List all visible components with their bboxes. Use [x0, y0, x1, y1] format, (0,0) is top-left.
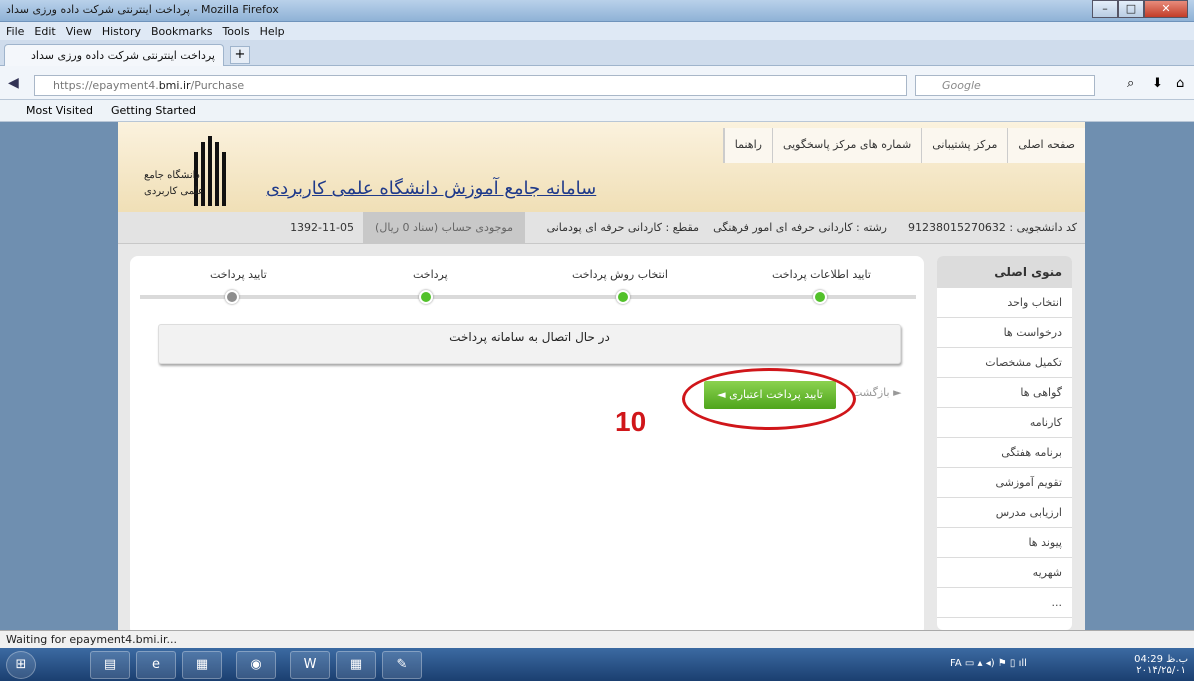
progress-line: [140, 295, 916, 299]
sidebar-item-teacher-evaluation[interactable]: ارزیابی مدرس: [937, 498, 1072, 528]
annotation-ellipse: [682, 368, 856, 430]
clock[interactable]: 04:29 ب.ظ ۲۰۱۴/۲۵/۰۱: [1134, 654, 1188, 676]
window-title: پرداخت اینترنتی شرکت داده ورزی سداد - Mo…: [6, 3, 279, 16]
tab-bar: پرداخت اینترنتی شرکت داده ورزی سداد +: [0, 40, 1194, 66]
bookmark-getting-started[interactable]: Getting Started: [111, 104, 196, 117]
top-nav: صفحه اصلی مرکز پشتیبانی شماره های مرکز پ…: [722, 128, 1085, 163]
minimize-button[interactable]: –: [1092, 0, 1118, 18]
student-level: مقطع : کاردانی حرفه ای پودمانی: [546, 221, 699, 234]
svg-text:دانشگاه جامع: دانشگاه جامع: [144, 169, 200, 181]
step-payment: پرداخت: [413, 268, 448, 281]
download-icon[interactable]: ⬇: [1152, 76, 1163, 91]
search-placeholder: Google: [942, 79, 981, 92]
sidebar-item-unit-selection[interactable]: انتخاب واحد: [937, 288, 1072, 318]
nav-home[interactable]: صفحه اصلی: [1007, 128, 1085, 163]
url-path: /Purchase: [190, 79, 245, 92]
word-icon[interactable]: W: [290, 651, 330, 679]
sidebar-item-calendar[interactable]: تقویم آموزشی: [937, 468, 1072, 498]
sidebar-item-certificates[interactable]: گواهی ها: [937, 378, 1072, 408]
university-logo: دانشگاه جامع علمی کاربردی: [144, 136, 226, 206]
nav-support[interactable]: مرکز پشتیبانی: [921, 128, 1007, 163]
page: دانشگاه جامع علمی کاربردی سامانه جامع آم…: [118, 122, 1085, 636]
current-date: 1392-11-05: [290, 221, 354, 234]
step-dot-4: [225, 290, 239, 304]
sidebar-item-more[interactable]: ...: [937, 588, 1072, 618]
firefox-icon[interactable]: ◉: [236, 651, 276, 679]
bookmark-most-visited[interactable]: Most Visited: [26, 104, 93, 117]
student-code: کد دانشجویی : 91238015270632: [907, 221, 1077, 234]
connecting-message: در حال اتصال به سامانه پرداخت: [158, 324, 901, 364]
clock-time: 04:29 ب.ظ: [1134, 654, 1188, 665]
sidebar-item-requests[interactable]: درخواست ها: [937, 318, 1072, 348]
address-bar[interactable]: https://epayment4.bmi.ir/Purchase: [34, 75, 907, 96]
menu-history[interactable]: History: [102, 25, 141, 38]
step-dot-2: [616, 290, 630, 304]
ie-icon[interactable]: e: [136, 651, 176, 679]
sidebar-item-profile[interactable]: تکمیل مشخصات: [937, 348, 1072, 378]
step-dot-3: [419, 290, 433, 304]
tab-label: پرداخت اینترنتی شرکت داده ورزی سداد: [31, 49, 215, 62]
menu-file[interactable]: File: [6, 25, 24, 38]
menu-bookmarks[interactable]: Bookmarks: [151, 25, 212, 38]
calculator2-icon[interactable]: ▦: [336, 651, 376, 679]
new-tab-button[interactable]: +: [230, 46, 250, 64]
countdown-counter: 10: [615, 406, 647, 437]
sidebar-menu: منوی اصلی انتخاب واحد درخواست ها تکمیل م…: [937, 256, 1072, 630]
sidebar-item-tuition[interactable]: شهریه: [937, 558, 1072, 588]
step-choose-method: انتخاب روش پرداخت: [572, 268, 668, 281]
sidebar-item-weekly-schedule[interactable]: برنامه هفتگی: [937, 438, 1072, 468]
menu-help[interactable]: Help: [260, 25, 285, 38]
menu-tools[interactable]: Tools: [222, 25, 249, 38]
payment-panel: تایید اطلاعات پرداخت انتخاب روش پرداخت پ…: [130, 256, 924, 636]
nav-help[interactable]: راهنما: [723, 128, 772, 163]
system-tray: FA ▭ ▴ ◂) ⚑ ▯ ıll: [950, 658, 1027, 669]
sidebar-item-transcript[interactable]: کارنامه: [937, 408, 1072, 438]
status-bar: Waiting for epayment4.bmi.ir...: [0, 630, 1194, 648]
browser-tab[interactable]: پرداخت اینترنتی شرکت داده ورزی سداد: [4, 44, 224, 66]
svg-text:علمی کاربردی: علمی کاربردی: [144, 186, 204, 197]
close-button[interactable]: ✕: [1144, 0, 1188, 18]
site-header: دانشگاه جامع علمی کاربردی سامانه جامع آم…: [118, 122, 1085, 212]
explorer-icon[interactable]: ▤: [90, 651, 130, 679]
browser-content: دانشگاه جامع علمی کاربردی سامانه جامع آم…: [0, 122, 1194, 636]
nav-phone[interactable]: شماره های مرکز پاسخگویی: [771, 128, 921, 163]
url-domain: bmi.ir: [158, 79, 191, 92]
home-icon[interactable]: ⌂: [1176, 76, 1184, 91]
taskbar: ⊞ ▤ e ▦ ◉ W ▦ ✎ FA ▭ ▴ ◂) ⚑ ▯ ıll 04:29 …: [0, 648, 1194, 681]
step-dot-1: [813, 290, 827, 304]
language-indicator[interactable]: FA: [950, 658, 962, 669]
maximize-button[interactable]: □: [1118, 0, 1144, 18]
menu-edit[interactable]: Edit: [34, 25, 55, 38]
calculator-icon[interactable]: ▦: [182, 651, 222, 679]
back-link[interactable]: ► بازگشت: [852, 386, 902, 399]
menu-view[interactable]: View: [66, 25, 92, 38]
status-text: Waiting for epayment4.bmi.ir...: [6, 633, 177, 646]
search-input[interactable]: Google: [915, 75, 1095, 96]
student-field: رشته : کاردانی حرفه ای امور فرهنگی: [713, 221, 887, 234]
account-balance: موجودی حساب (سناد 0 ریال): [363, 212, 525, 243]
step-confirm-info: تایید اطلاعات پرداخت: [772, 268, 871, 281]
start-button[interactable]: ⊞: [6, 651, 36, 679]
title-bar: پرداخت اینترنتی شرکت داده ورزی سداد - Mo…: [0, 0, 1194, 22]
step-confirm-payment: تایید پرداخت: [210, 268, 267, 281]
back-arrow-icon[interactable]: ◀: [8, 75, 19, 91]
sidebar-title: منوی اصلی: [937, 256, 1072, 288]
sidebar-item-links[interactable]: پیوند ها: [937, 528, 1072, 558]
nav-bar: ◀ https://epayment4.bmi.ir/Purchase Goog…: [0, 66, 1194, 100]
bookmarks-bar: Most Visited Getting Started: [0, 100, 1194, 122]
student-info-bar: کد دانشجویی : 91238015270632 رشته : کارد…: [118, 212, 1085, 244]
site-title: سامانه جامع آموزش دانشگاه علمی کاربردی: [266, 178, 597, 199]
url-prefix: https://epayment4.: [53, 79, 159, 92]
search-icon[interactable]: ⌕: [1127, 76, 1134, 91]
clock-date: ۲۰۱۴/۲۵/۰۱: [1136, 665, 1186, 676]
paint-icon[interactable]: ✎: [382, 651, 422, 679]
menu-bar: File Edit View History Bookmarks Tools H…: [0, 22, 1194, 40]
